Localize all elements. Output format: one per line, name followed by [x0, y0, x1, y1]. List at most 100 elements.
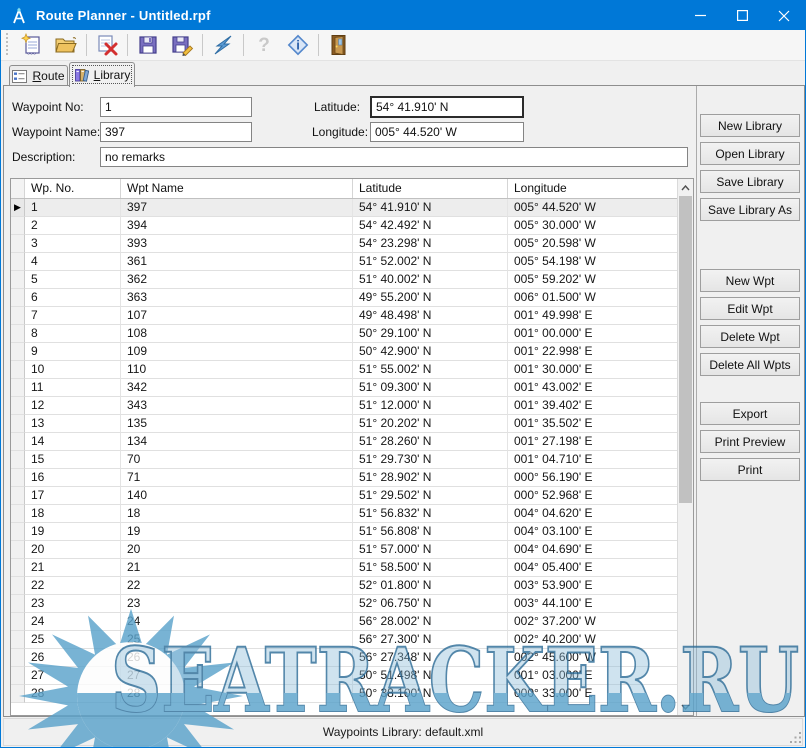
row-selector-cell[interactable] — [11, 541, 25, 559]
cell-wp-no[interactable]: 16 — [25, 469, 121, 487]
cell-wp-no[interactable]: 22 — [25, 577, 121, 595]
cell-wpt-name[interactable]: 393 — [121, 235, 353, 253]
cell-wpt-name[interactable]: 135 — [121, 415, 353, 433]
save-library-button[interactable]: Save Library — [700, 170, 800, 193]
table-row[interactable]: 191951° 56.808' N004° 03.100' E — [11, 523, 677, 541]
cell-wp-no[interactable]: 1 — [25, 199, 121, 217]
row-selector-cell[interactable] — [11, 487, 25, 505]
cell-longitude[interactable]: 001° 39.402' E — [508, 397, 677, 415]
cell-latitude[interactable]: 51° 28.260' N — [353, 433, 508, 451]
cell-wpt-name[interactable]: 18 — [121, 505, 353, 523]
cell-longitude[interactable]: 001° 35.502' E — [508, 415, 677, 433]
row-selector-cell[interactable] — [11, 505, 25, 523]
cell-longitude[interactable]: 005° 44.520' W — [508, 199, 677, 217]
close-button[interactable] — [763, 1, 805, 30]
row-selector-cell[interactable] — [11, 433, 25, 451]
cell-latitude[interactable]: 54° 23.298' N — [353, 235, 508, 253]
cell-wpt-name[interactable]: 23 — [121, 595, 353, 613]
cell-wpt-name[interactable]: 394 — [121, 217, 353, 235]
table-row[interactable]: 1413451° 28.260' N001° 27.198' E — [11, 433, 677, 451]
cell-wp-no[interactable]: 14 — [25, 433, 121, 451]
cell-wpt-name[interactable]: 71 — [121, 469, 353, 487]
table-row[interactable]: 157051° 29.730' N001° 04.710' E — [11, 451, 677, 469]
cell-longitude[interactable]: 005° 20.598' W — [508, 235, 677, 253]
table-row[interactable]: 1011051° 55.002' N001° 30.000' E — [11, 361, 677, 379]
new-wpt-button[interactable]: New Wpt — [700, 269, 800, 292]
latitude-field[interactable]: 54° 41.910' N — [370, 96, 524, 118]
cell-latitude[interactable]: 50° 51.498' N — [353, 667, 508, 685]
row-selector-cell[interactable] — [11, 559, 25, 577]
cell-longitude[interactable]: 001° 30.000' E — [508, 361, 677, 379]
cell-wp-no[interactable]: 24 — [25, 613, 121, 631]
cell-wpt-name[interactable]: 25 — [121, 631, 353, 649]
row-selector-cell[interactable] — [11, 379, 25, 397]
cell-longitude[interactable]: 001° 27.198' E — [508, 433, 677, 451]
cell-wp-no[interactable]: 20 — [25, 541, 121, 559]
cell-wpt-name[interactable]: 109 — [121, 343, 353, 361]
cell-longitude[interactable]: 000° 33.000' E — [508, 685, 677, 703]
cell-longitude[interactable]: 000° 56.190' E — [508, 469, 677, 487]
cell-longitude[interactable]: 001° 49.998' E — [508, 307, 677, 325]
table-row[interactable]: 436151° 52.002' N005° 54.198' W — [11, 253, 677, 271]
row-selector-cell[interactable] — [11, 397, 25, 415]
cell-wp-no[interactable]: 11 — [25, 379, 121, 397]
cell-longitude[interactable]: 002° 37.200' W — [508, 613, 677, 631]
cell-latitude[interactable]: 50° 29.100' N — [353, 325, 508, 343]
cell-wp-no[interactable]: 17 — [25, 487, 121, 505]
maximize-button[interactable] — [721, 1, 763, 30]
exit-button[interactable] — [322, 31, 356, 59]
cell-latitude[interactable]: 51° 58.500' N — [353, 559, 508, 577]
cell-longitude[interactable]: 004° 05.400' E — [508, 559, 677, 577]
new-route-button[interactable] — [15, 31, 49, 59]
table-row[interactable]: 910950° 42.900' N001° 22.998' E — [11, 343, 677, 361]
row-selector-cell[interactable] — [11, 235, 25, 253]
delete-wpt-button[interactable]: Delete Wpt — [700, 325, 800, 348]
cell-wpt-name[interactable]: 363 — [121, 289, 353, 307]
help-button[interactable]: ? — [247, 31, 281, 59]
cell-wp-no[interactable]: 5 — [25, 271, 121, 289]
table-row[interactable]: 339354° 23.298' N005° 20.598' W — [11, 235, 677, 253]
description-field[interactable]: no remarks — [100, 147, 688, 167]
table-row[interactable]: 536251° 40.002' N005° 59.202' W — [11, 271, 677, 289]
cell-longitude[interactable]: 001° 22.998' E — [508, 343, 677, 361]
cell-wpt-name[interactable]: 140 — [121, 487, 353, 505]
cell-wpt-name[interactable]: 342 — [121, 379, 353, 397]
cell-longitude[interactable]: 004° 04.620' E — [508, 505, 677, 523]
cell-wpt-name[interactable]: 107 — [121, 307, 353, 325]
table-row[interactable]: 1313551° 20.202' N001° 35.502' E — [11, 415, 677, 433]
cell-wp-no[interactable]: 3 — [25, 235, 121, 253]
row-selector-cell[interactable] — [11, 415, 25, 433]
cell-wp-no[interactable]: 12 — [25, 397, 121, 415]
cell-longitude[interactable]: 005° 54.198' W — [508, 253, 677, 271]
cell-wp-no[interactable]: 19 — [25, 523, 121, 541]
cell-wp-no[interactable]: 21 — [25, 559, 121, 577]
cell-wp-no[interactable]: 6 — [25, 289, 121, 307]
row-selector-cell[interactable] — [11, 451, 25, 469]
row-selector-cell[interactable] — [11, 595, 25, 613]
cell-longitude[interactable]: 003° 53.900' E — [508, 577, 677, 595]
cell-longitude[interactable]: 001° 04.710' E — [508, 451, 677, 469]
cell-wp-no[interactable]: 15 — [25, 451, 121, 469]
cell-wpt-name[interactable]: 108 — [121, 325, 353, 343]
cell-longitude[interactable]: 005° 30.000' W — [508, 217, 677, 235]
cell-latitude[interactable]: 51° 29.502' N — [353, 487, 508, 505]
cell-wpt-name[interactable]: 361 — [121, 253, 353, 271]
tab-library[interactable]: Library — [69, 62, 135, 87]
cell-wp-no[interactable]: 18 — [25, 505, 121, 523]
cell-longitude[interactable]: 001° 03.000' E — [508, 667, 677, 685]
row-selector-cell[interactable] — [11, 667, 25, 685]
cell-latitude[interactable]: 51° 28.902' N — [353, 469, 508, 487]
cell-longitude[interactable]: 001° 00.000' E — [508, 325, 677, 343]
cell-wp-no[interactable]: 2 — [25, 217, 121, 235]
col-header-wp-no[interactable]: Wp. No. — [25, 179, 121, 198]
open-library-button[interactable]: Open Library — [700, 142, 800, 165]
edit-wpt-button[interactable]: Edit Wpt — [700, 297, 800, 320]
tab-route[interactable]: Route — [9, 65, 68, 86]
cell-longitude[interactable]: 002° 45.600' W — [508, 649, 677, 667]
resize-grip[interactable] — [789, 731, 802, 744]
cell-latitude[interactable]: 56° 27.348' N — [353, 649, 508, 667]
table-row[interactable]: 282850° 38.100' N000° 33.000' E — [11, 685, 677, 703]
cell-latitude[interactable]: 50° 38.100' N — [353, 685, 508, 703]
connect-button[interactable] — [206, 31, 240, 59]
cell-wpt-name[interactable]: 20 — [121, 541, 353, 559]
